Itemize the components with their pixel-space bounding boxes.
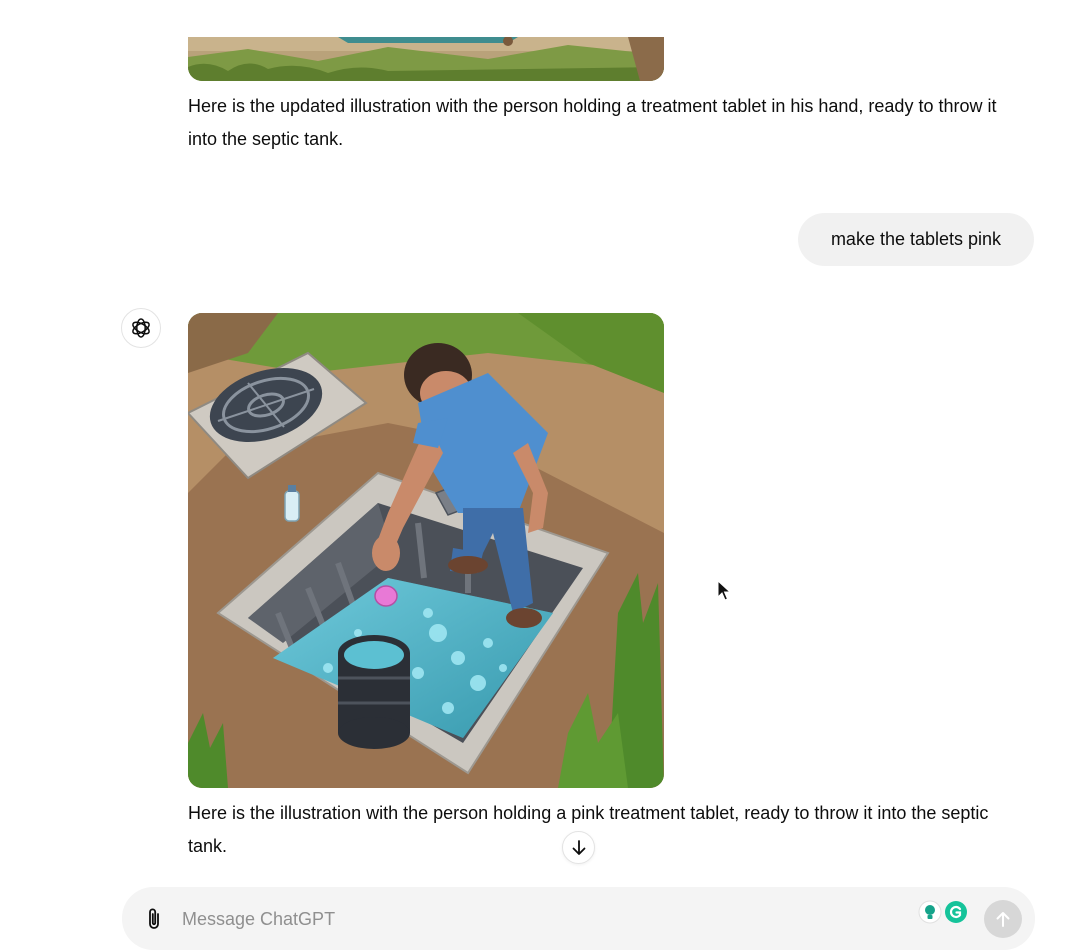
message-input[interactable] (182, 901, 902, 937)
arrow-down-icon (572, 839, 585, 855)
previous-assistant-message: Here is the updated illustration with th… (188, 96, 997, 149)
assistant-avatar (121, 308, 161, 348)
send-button[interactable] (984, 900, 1022, 938)
previous-generated-image[interactable] (188, 37, 664, 81)
extension-icons (918, 899, 968, 925)
paperclip-icon (149, 908, 159, 929)
mouse-cursor-icon (717, 580, 731, 601)
generated-image-pink-tablet[interactable] (188, 313, 664, 788)
arrow-up-icon (996, 912, 1010, 927)
message-composer (122, 887, 1035, 950)
grammarly-icon[interactable] (944, 900, 968, 924)
assistant-message: Here is the illustration with the person… (188, 803, 989, 856)
attach-button[interactable] (140, 905, 168, 933)
user-message-bubble: make the tablets pink (798, 213, 1034, 266)
lightbulb-extension-icon[interactable] (918, 900, 942, 924)
scroll-to-bottom-button[interactable] (562, 831, 595, 864)
openai-logo-icon (132, 318, 150, 338)
user-message-text: make the tablets pink (830, 229, 1002, 249)
